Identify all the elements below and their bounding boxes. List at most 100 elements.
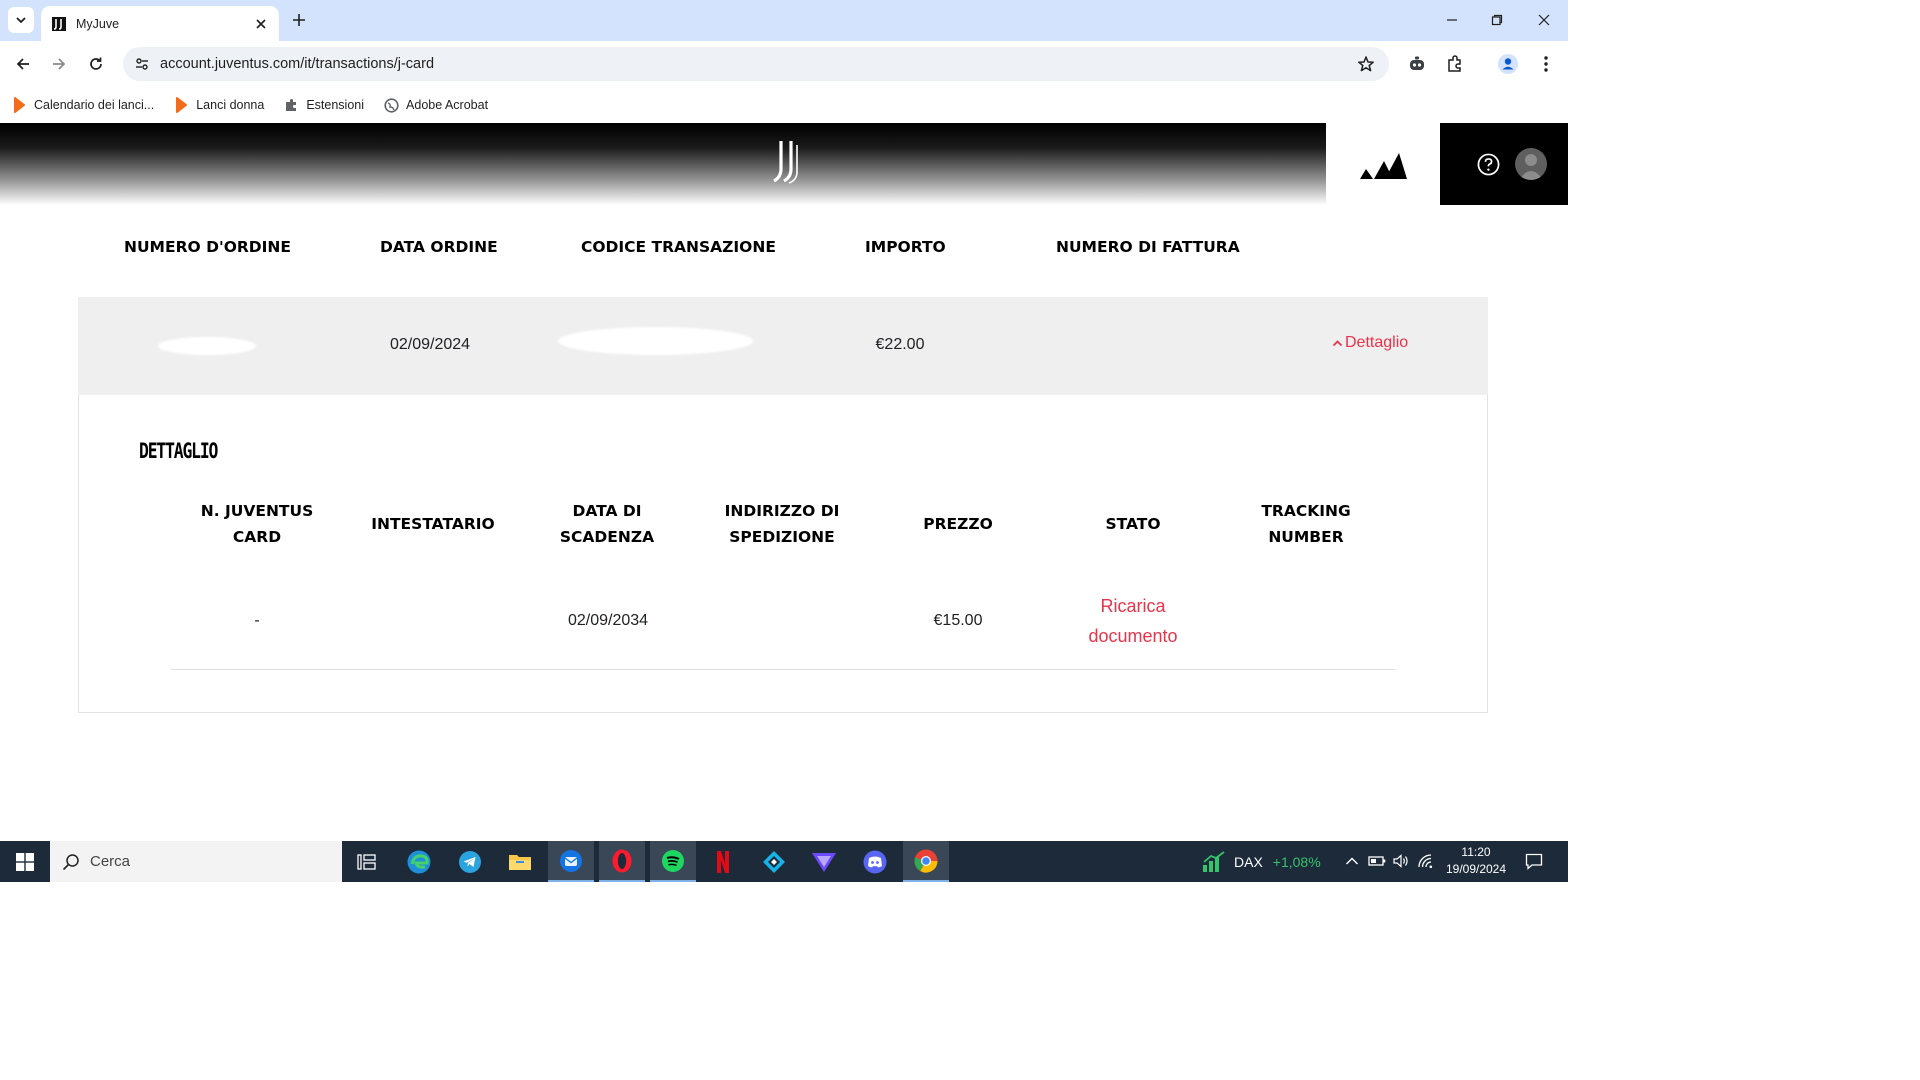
thunderbird-icon	[560, 849, 582, 872]
edge-icon	[407, 850, 431, 873]
bookmark-star-icon[interactable]	[1355, 53, 1377, 75]
taskbar-spotify[interactable]	[650, 841, 696, 882]
redacted-order-number	[158, 337, 256, 355]
chevron-down-icon	[16, 17, 26, 24]
detail-header-price: PREZZO	[888, 511, 1028, 537]
copilot-extension-icon[interactable]	[1405, 52, 1429, 76]
stock-ticker-widget[interactable]: DAX +1,08%	[1202, 841, 1321, 882]
header-line: CARD	[232, 528, 282, 546]
chrome-icon	[914, 849, 938, 873]
ticker-value: +1,08%	[1272, 853, 1321, 870]
new-tab-button[interactable]	[287, 8, 311, 32]
profile-icon[interactable]	[1496, 52, 1520, 76]
site-settings-icon[interactable]	[132, 54, 152, 74]
taskbar-edge[interactable]	[396, 841, 442, 882]
bookmark-label: Calendario dei lanci...	[34, 98, 155, 112]
taskbar-opera[interactable]	[599, 841, 645, 882]
taskbar-netflix[interactable]	[700, 841, 746, 882]
header-line: PREZZO	[923, 515, 993, 533]
wifi-icon[interactable]	[1416, 851, 1436, 871]
juventus-logo-icon[interactable]	[770, 139, 804, 185]
forward-button[interactable]	[46, 51, 72, 77]
help-question-icon[interactable]	[1477, 153, 1500, 176]
header-line: DATA DI	[572, 502, 642, 520]
close-window-button[interactable]	[1529, 6, 1559, 34]
start-button[interactable]	[0, 841, 49, 882]
address-bar[interactable]: account.juventus.com/it/transactions/j-c…	[123, 47, 1389, 81]
tray-overflow-chevron-up-icon[interactable]	[1342, 851, 1362, 871]
taskbar-protonvpn[interactable]	[801, 841, 847, 882]
taskbar-kodi[interactable]	[751, 841, 797, 882]
column-header-invoice-number: NUMERO DI FATTURA	[1056, 238, 1240, 256]
recharge-document-link[interactable]: Ricarica documento	[1063, 591, 1203, 651]
status-line: Ricarica	[1100, 596, 1166, 616]
user-avatar[interactable]	[1515, 148, 1547, 180]
task-view-button[interactable]	[344, 841, 390, 882]
close-tab-icon[interactable]	[253, 16, 269, 32]
opera-icon	[612, 849, 632, 872]
minimize-button[interactable]	[1437, 6, 1467, 34]
clock-time: 11:20	[1461, 845, 1491, 859]
toggle-detail-link[interactable]: Dettaglio	[1332, 334, 1408, 352]
header-user-area	[1440, 123, 1568, 205]
header-line: NUMBER	[1268, 528, 1344, 546]
bookmark-calendario[interactable]: Calendario dei lanci...	[11, 97, 154, 113]
bookmark-adobe-acrobat[interactable]: Adobe Acrobat	[383, 97, 488, 113]
status-line: documento	[1088, 626, 1178, 646]
tab-search-button[interactable]	[8, 7, 34, 33]
taskbar-thunderbird[interactable]	[548, 841, 594, 882]
header-line: SCADENZA	[559, 528, 655, 546]
browser-toolbar: account.juventus.com/it/transactions/j-c…	[0, 41, 1568, 87]
bookmark-estensioni[interactable]: Estensioni	[283, 97, 364, 113]
adidas-logo-icon	[1360, 153, 1407, 179]
taskbar-file-explorer[interactable]	[497, 841, 543, 882]
clock-date: 19/09/2024	[1445, 862, 1507, 876]
browser-menu-icon[interactable]	[1534, 52, 1558, 76]
discord-icon	[863, 850, 887, 873]
spotify-icon	[662, 849, 684, 872]
restore-icon	[1491, 14, 1503, 26]
taskbar-discord[interactable]	[852, 841, 898, 882]
vpn-triangle-icon	[812, 852, 836, 872]
taskbar-chrome[interactable]	[903, 841, 949, 882]
redacted-transaction-code	[558, 327, 753, 355]
order-row[interactable]: 02/09/2024 €22.00 Dettaglio	[78, 297, 1488, 395]
detail-header-tracking: TRACKING NUMBER	[1236, 498, 1376, 550]
extensions-puzzle-icon[interactable]	[1443, 52, 1467, 76]
back-button[interactable]	[10, 51, 36, 77]
detail-expiry: 02/09/2034	[567, 612, 649, 629]
globe-icon	[383, 97, 399, 113]
orange-drop-icon	[173, 97, 189, 113]
windows-logo-icon	[15, 852, 34, 871]
volume-icon[interactable]	[1391, 851, 1411, 871]
kodi-icon	[763, 850, 785, 873]
detail-header-card-number: N. JUVENTUS CARD	[187, 498, 327, 550]
order-detail-panel: DETTAGLIO N. JUVENTUS CARD INTESTATARIO …	[78, 395, 1488, 713]
browser-tab-myjuve[interactable]: MyJuve	[41, 6, 279, 41]
tab-title: MyJuve	[76, 16, 120, 31]
url-text[interactable]: account.juventus.com/it/transactions/j-c…	[160, 56, 1355, 72]
arrow-right-icon	[53, 58, 66, 70]
system-clock[interactable]: 11:20 19/09/2024	[1440, 844, 1512, 878]
detail-card-number: -	[254, 612, 260, 629]
detail-header-status: STATO	[1063, 511, 1203, 537]
header-gradient-banner	[0, 123, 1326, 205]
adidas-logo[interactable]	[1326, 123, 1440, 205]
plus-icon	[293, 14, 305, 26]
header-line: TRACKING	[1261, 502, 1351, 520]
netflix-icon	[717, 850, 729, 873]
detail-header-expiry: DATA DI SCADENZA	[537, 498, 677, 550]
taskbar-telegram[interactable]	[447, 841, 493, 882]
reload-button[interactable]	[83, 51, 109, 77]
battery-icon[interactable]	[1367, 851, 1387, 871]
restore-button[interactable]	[1482, 6, 1512, 34]
detail-link-label: Dettaglio	[1345, 334, 1409, 351]
detail-header-address: INDIRIZZO DI SPEDIZIONE	[712, 498, 852, 550]
bookmark-lanci-donna[interactable]: Lanci donna	[173, 97, 264, 113]
bookmark-label: Estensioni	[306, 98, 365, 112]
notifications-icon[interactable]	[1524, 851, 1544, 871]
orange-drop-icon	[11, 97, 27, 113]
row-divider	[171, 669, 1395, 670]
column-header-order-date: DATA ORDINE	[380, 238, 498, 256]
taskbar-search[interactable]: Cerca	[50, 841, 342, 882]
